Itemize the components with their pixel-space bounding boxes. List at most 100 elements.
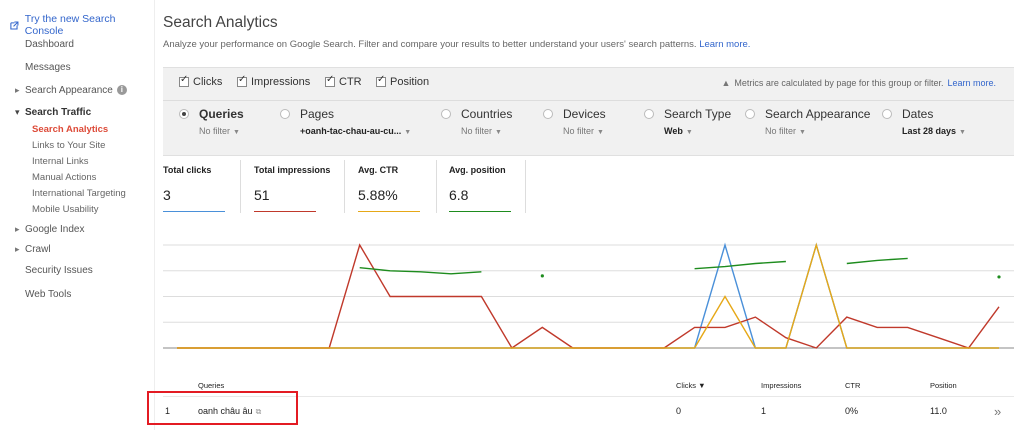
- caret-down-icon: ▼: [404, 129, 412, 136]
- total-underline: [358, 211, 420, 212]
- note-text: Metrics are calculated by page for this …: [734, 78, 944, 88]
- ctr-checkbox[interactable]: CTR: [325, 74, 362, 88]
- sidebar-item-internal-links[interactable]: Internal Links: [32, 156, 89, 167]
- sidebar-item-label: Search Appearance: [25, 85, 113, 96]
- caret-down-icon: ▼: [495, 129, 502, 136]
- clicks-label: Clicks: [193, 76, 223, 88]
- dimension-label: Search Appearance: [765, 107, 871, 121]
- avg-position-card[interactable]: Avg. position 6.8: [449, 160, 527, 216]
- dimension-filter[interactable]: No filter ▼: [199, 126, 240, 136]
- dimension-filter[interactable]: No filter ▼: [765, 126, 806, 136]
- divider: [344, 160, 345, 213]
- dimension-filter[interactable]: Web ▼: [664, 126, 693, 136]
- info-icon[interactable]: i: [116, 85, 127, 96]
- sidebar-item-web-tools[interactable]: Web Tools: [25, 289, 71, 300]
- sidebar-item-security-issues[interactable]: Security Issues: [25, 265, 93, 276]
- clicks-cell: 0: [676, 406, 682, 416]
- dimension-label: Pages: [300, 107, 335, 121]
- sidebar-item-mobile-usability[interactable]: Mobile Usability: [32, 204, 99, 215]
- checkbox-icon: [376, 74, 386, 87]
- divider: [436, 160, 437, 213]
- total-value: 3: [163, 187, 171, 203]
- column-header-clicks[interactable]: Clicks ▼: [676, 381, 706, 390]
- total-value: 5.88%: [358, 187, 398, 203]
- impressions-label: Impressions: [251, 76, 311, 88]
- total-impressions-card[interactable]: Total impressions 51: [254, 160, 334, 216]
- total-label: Avg. CTR: [358, 165, 399, 175]
- total-value: 51: [254, 187, 270, 203]
- page-title: Search Analytics: [163, 14, 278, 31]
- dimension-filter[interactable]: +oanh-tac-chau-au-cu... ▼: [300, 126, 411, 136]
- total-label: Total impressions: [254, 165, 331, 175]
- dimension-label: Search Type: [664, 107, 732, 121]
- divider: [525, 160, 526, 213]
- radio-icon: [280, 109, 290, 119]
- sidebar-item-google-index[interactable]: Google Index: [15, 224, 84, 235]
- avg-ctr-card[interactable]: Avg. CTR 5.88%: [358, 160, 424, 216]
- dimension-label: Devices: [563, 107, 606, 121]
- sidebar-item-links-to-site[interactable]: Links to Your Site: [32, 140, 105, 151]
- description-text: Analyze your performance on Google Searc…: [163, 39, 697, 50]
- try-link-label: Try the new Search Console: [24, 13, 116, 37]
- dimension-row: Queries No filter ▼ Pages +oanh-tac-chau-…: [163, 100, 1014, 157]
- dimension-filter[interactable]: No filter ▼: [563, 126, 604, 136]
- external-link-icon: [10, 20, 19, 30]
- caret-down-icon: ▼: [799, 129, 806, 136]
- metrics-note: ▲ Metrics are calculated by page for thi…: [721, 78, 996, 88]
- sidebar-item-search-traffic[interactable]: Search Traffic: [15, 107, 91, 118]
- caret-down-icon: ▼: [597, 129, 604, 136]
- total-clicks-card[interactable]: Total clicks 3: [163, 160, 227, 216]
- sidebar-item-messages[interactable]: Messages: [25, 62, 71, 73]
- sidebar-item-international-targeting[interactable]: International Targeting: [32, 188, 126, 199]
- radio-icon: [644, 109, 654, 119]
- series-line-position: [360, 258, 999, 277]
- radio-icon: [882, 109, 892, 119]
- divider: [240, 160, 241, 213]
- radio-icon: [745, 109, 755, 119]
- dimension-filter[interactable]: Last 28 days ▼: [902, 126, 966, 136]
- column-header-queries[interactable]: Queries: [198, 381, 224, 390]
- dimension-label: Dates: [902, 107, 934, 121]
- column-header-position[interactable]: Position: [930, 381, 957, 390]
- radio-icon: [543, 109, 553, 119]
- sidebar-item-search-appearance[interactable]: Search Appearancei: [15, 85, 127, 96]
- next-page-icon[interactable]: »: [994, 404, 1001, 419]
- column-header-ctr[interactable]: CTR: [845, 381, 860, 390]
- dimension-filter[interactable]: No filter ▼: [461, 126, 502, 136]
- sidebar: Try the new Search Console Dashboard Mes…: [0, 0, 155, 430]
- total-underline: [254, 211, 316, 212]
- dimension-label: Countries: [461, 107, 513, 121]
- total-value: 6.8: [449, 187, 469, 203]
- try-new-console-link[interactable]: Try the new Search Console: [10, 13, 154, 37]
- dimension-label: Queries: [199, 107, 244, 121]
- impressions-checkbox[interactable]: Impressions: [237, 74, 311, 88]
- ctr-cell: 0%: [845, 406, 859, 416]
- total-label: Total clicks: [163, 165, 212, 175]
- performance-chart: [163, 242, 1014, 349]
- checkbox-icon: [179, 74, 189, 87]
- total-label: Avg. position: [449, 165, 506, 175]
- sidebar-item-search-analytics[interactable]: Search Analytics: [32, 124, 108, 135]
- sidebar-item-manual-actions[interactable]: Manual Actions: [32, 172, 96, 183]
- total-underline: [163, 211, 225, 212]
- sidebar-item-crawl[interactable]: Crawl: [15, 244, 50, 255]
- column-header-impressions[interactable]: Impressions: [761, 381, 801, 390]
- checkbox-icon: [237, 74, 247, 87]
- note-learn-more-link[interactable]: Learn more.: [947, 78, 996, 88]
- radio-icon: [441, 109, 451, 119]
- highlight-box: [147, 391, 298, 425]
- learn-more-link[interactable]: Learn more.: [699, 39, 750, 50]
- sidebar-item-dashboard[interactable]: Dashboard: [25, 39, 74, 50]
- filter-panel: Clicks Impressions CTR Position ▲ Metric…: [163, 67, 1014, 156]
- caret-down-icon: ▼: [959, 129, 966, 136]
- ctr-label: CTR: [339, 76, 362, 88]
- radio-selected-icon: [179, 109, 189, 119]
- page-description: Analyze your performance on Google Searc…: [163, 39, 750, 50]
- clicks-checkbox[interactable]: Clicks: [179, 74, 223, 88]
- caret-down-icon: ▼: [685, 129, 693, 136]
- data-point-position: [540, 274, 544, 278]
- position-checkbox[interactable]: Position: [376, 74, 429, 88]
- position-cell: 11.0: [930, 406, 947, 416]
- total-underline: [449, 211, 511, 212]
- checkbox-icon: [325, 74, 335, 87]
